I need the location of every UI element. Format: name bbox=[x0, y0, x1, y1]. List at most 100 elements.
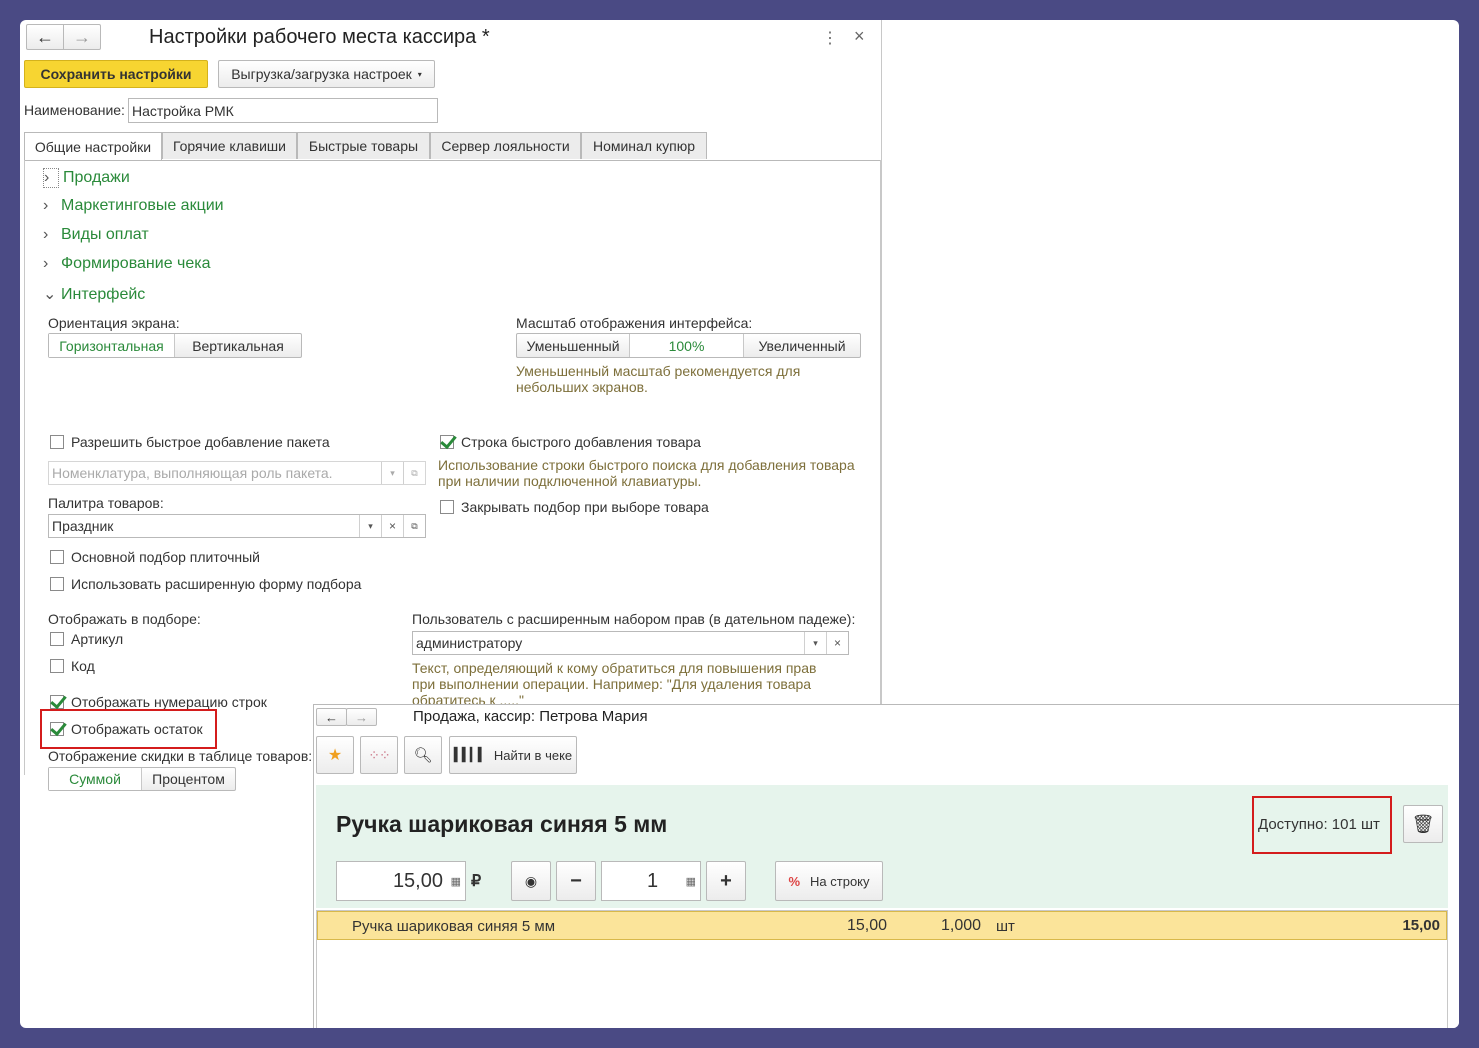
dropdown-arrow-icon[interactable]: ▾ bbox=[804, 632, 826, 654]
forward-button[interactable]: → bbox=[63, 24, 101, 50]
quick-add-row-checkbox[interactable] bbox=[440, 435, 454, 449]
row-sum: 15,00 bbox=[1402, 917, 1440, 934]
quantity-input[interactable]: 1 ▦ bbox=[601, 861, 701, 901]
section-marketing[interactable]: › Маркетинговые акции bbox=[43, 197, 224, 215]
search-button[interactable]: 🔍︎ bbox=[404, 736, 442, 774]
find-in-receipt-button[interactable]: ▍▍▎▍ Найти в чеке bbox=[449, 736, 577, 774]
clear-icon[interactable]: × bbox=[381, 515, 403, 537]
product-panel: Ручка шариковая синяя 5 мм Доступно: 101… bbox=[316, 785, 1448, 908]
orientation-switch[interactable]: Горизонтальная Вертикальная bbox=[48, 333, 302, 358]
section-interface-label: Интерфейс bbox=[61, 286, 146, 303]
close-icon[interactable]: × bbox=[854, 26, 865, 47]
tab-hotkeys[interactable]: Горячие клавиши bbox=[162, 132, 297, 159]
orientation-vertical[interactable]: Вертикальная bbox=[175, 334, 301, 357]
more-icon[interactable]: ⋮ bbox=[822, 28, 838, 48]
dropdown-arrow-icon[interactable]: ▾ bbox=[359, 515, 381, 537]
scale-switch[interactable]: Уменьшенный 100% Увеличенный bbox=[516, 333, 861, 358]
scale-label: Масштаб отображения интерфейса: bbox=[516, 315, 753, 331]
name-label: Наименование: bbox=[24, 102, 125, 118]
code-label: Код bbox=[71, 658, 95, 674]
barcode-icon: ▍▍▎▍ bbox=[453, 747, 488, 762]
search-icon: 🔍︎ bbox=[413, 747, 433, 764]
palette-value: Праздник bbox=[52, 518, 114, 534]
package-placeholder: Номенклатура, выполняющая роль пакета. bbox=[52, 465, 333, 481]
table-row[interactable]: Ручка шариковая синяя 5 мм 15,00 1,000 ш… bbox=[317, 911, 1447, 940]
favorites-button[interactable]: ★ bbox=[316, 736, 354, 774]
open-icon[interactable]: ⧉ bbox=[403, 462, 425, 484]
arrow-left-icon: ← bbox=[36, 26, 54, 47]
star-icon: ★ bbox=[327, 747, 343, 764]
discount-by-sum[interactable]: Суммой bbox=[49, 768, 142, 790]
save-settings-button[interactable]: Сохранить настройки bbox=[24, 60, 208, 88]
price-input[interactable]: 15,00 ▦ bbox=[336, 861, 466, 901]
allow-package-checkbox[interactable] bbox=[50, 435, 64, 449]
tab-quick-goods[interactable]: Быстрые товары bbox=[297, 132, 430, 159]
close-selection-checkbox[interactable] bbox=[440, 500, 454, 514]
sale-back-button[interactable]: ← bbox=[316, 708, 347, 726]
chevron-right-icon: › bbox=[43, 168, 59, 188]
sale-title: Продажа, кассир: Петрова Мария bbox=[413, 708, 648, 725]
tab-content: › Продажи › Маркетинговые акции › Виды опла… bbox=[24, 160, 881, 791]
tab-hotkeys-label: Горячие клавиши bbox=[173, 138, 286, 154]
user-rights-hint: Текст, определяющий к кому обратиться дл… bbox=[412, 660, 817, 708]
plus-icon: + bbox=[720, 869, 732, 892]
package-input[interactable]: Номенклатура, выполняющая роль пакета. ▾… bbox=[48, 461, 426, 485]
tile-selection-checkbox[interactable] bbox=[50, 550, 64, 564]
price-value: 15,00 bbox=[392, 869, 443, 892]
section-sales[interactable]: › Продажи bbox=[43, 168, 130, 188]
row-price: 15,00 bbox=[847, 917, 888, 934]
product-name: Ручка шариковая синяя 5 мм bbox=[336, 811, 668, 837]
arrow-left-icon: ← bbox=[325, 709, 338, 725]
code-checkbox[interactable] bbox=[50, 659, 64, 673]
increase-qty-button[interactable]: + bbox=[706, 861, 746, 901]
decrease-qty-button[interactable]: − bbox=[556, 861, 596, 901]
discount-display-switch[interactable]: Суммой Процентом bbox=[48, 767, 236, 791]
scale-100[interactable]: 100% bbox=[630, 334, 744, 357]
article-label: Артикул bbox=[71, 631, 124, 647]
delete-button[interactable]: 🗑︎ bbox=[1403, 805, 1443, 843]
sale-forward-button[interactable]: → bbox=[346, 708, 377, 726]
calculator-icon[interactable]: ▦ bbox=[451, 875, 461, 888]
row-product-name: Ручка шариковая синяя 5 мм bbox=[352, 918, 556, 935]
clear-icon[interactable]: × bbox=[826, 632, 848, 654]
line-discount-button[interactable]: % На строку bbox=[775, 861, 883, 901]
tab-loyalty-server[interactable]: Сервер лояльности bbox=[430, 132, 581, 159]
palette-input[interactable]: Праздник ▾ × ⧉ bbox=[48, 514, 426, 538]
arrow-right-icon: → bbox=[73, 26, 91, 47]
article-checkbox[interactable] bbox=[50, 632, 64, 646]
calculator-icon[interactable]: ▦ bbox=[686, 875, 696, 888]
chevron-right-icon: › bbox=[43, 226, 49, 243]
scale-small[interactable]: Уменьшенный bbox=[517, 334, 630, 357]
open-icon[interactable]: ⧉ bbox=[403, 515, 425, 537]
section-payment-types-label: Виды оплат bbox=[61, 226, 149, 243]
tile-selection-label: Основной подбор плиточный bbox=[71, 549, 260, 565]
section-payment-types[interactable]: › Виды оплат bbox=[43, 226, 149, 244]
user-rights-input[interactable]: администратору ▾ × bbox=[412, 631, 849, 655]
currency-label: ₽ bbox=[471, 873, 482, 890]
percent-icon: % bbox=[788, 873, 801, 889]
user-rights-label: Пользователь с расширенным набором прав … bbox=[412, 611, 856, 627]
extended-form-checkbox[interactable] bbox=[50, 577, 64, 591]
export-import-label: Выгрузка/загрузка настроек bbox=[231, 66, 412, 82]
tab-banknotes[interactable]: Номинал купюр bbox=[581, 132, 707, 159]
orientation-horizontal[interactable]: Горизонтальная bbox=[49, 334, 175, 357]
display-in-selection-label: Отображать в подборе: bbox=[48, 611, 201, 627]
tab-quick-goods-label: Быстрые товары bbox=[308, 138, 419, 154]
section-interface[interactable]: ⌄ Интерфейс bbox=[43, 284, 145, 304]
tab-general[interactable]: Общие настройки bbox=[24, 132, 162, 160]
discount-by-percent[interactable]: Процентом bbox=[142, 768, 235, 790]
section-receipt[interactable]: › Формирование чека bbox=[43, 255, 211, 273]
scale-large[interactable]: Увеличенный bbox=[744, 334, 860, 357]
row-numbering-checkbox[interactable] bbox=[50, 695, 64, 709]
minus-icon: − bbox=[570, 869, 582, 892]
name-input[interactable]: Настройка РМК bbox=[128, 98, 438, 123]
tab-general-label: Общие настройки bbox=[34, 138, 152, 155]
sale-window: ← → Продажа, кассир: Петрова Мария ★ ⁘⁘ … bbox=[313, 704, 1459, 1028]
view-button[interactable]: ◉ bbox=[511, 861, 551, 901]
export-import-button[interactable]: Выгрузка/загрузка настроек ▾ bbox=[218, 60, 435, 88]
back-button[interactable]: ← bbox=[26, 24, 64, 50]
trash-icon: 🗑︎ bbox=[1411, 813, 1435, 834]
tiles-button[interactable]: ⁘⁘ bbox=[360, 736, 398, 774]
dropdown-arrow-icon[interactable]: ▾ bbox=[381, 462, 403, 484]
find-in-receipt-label: Найти в чеке bbox=[493, 747, 573, 763]
